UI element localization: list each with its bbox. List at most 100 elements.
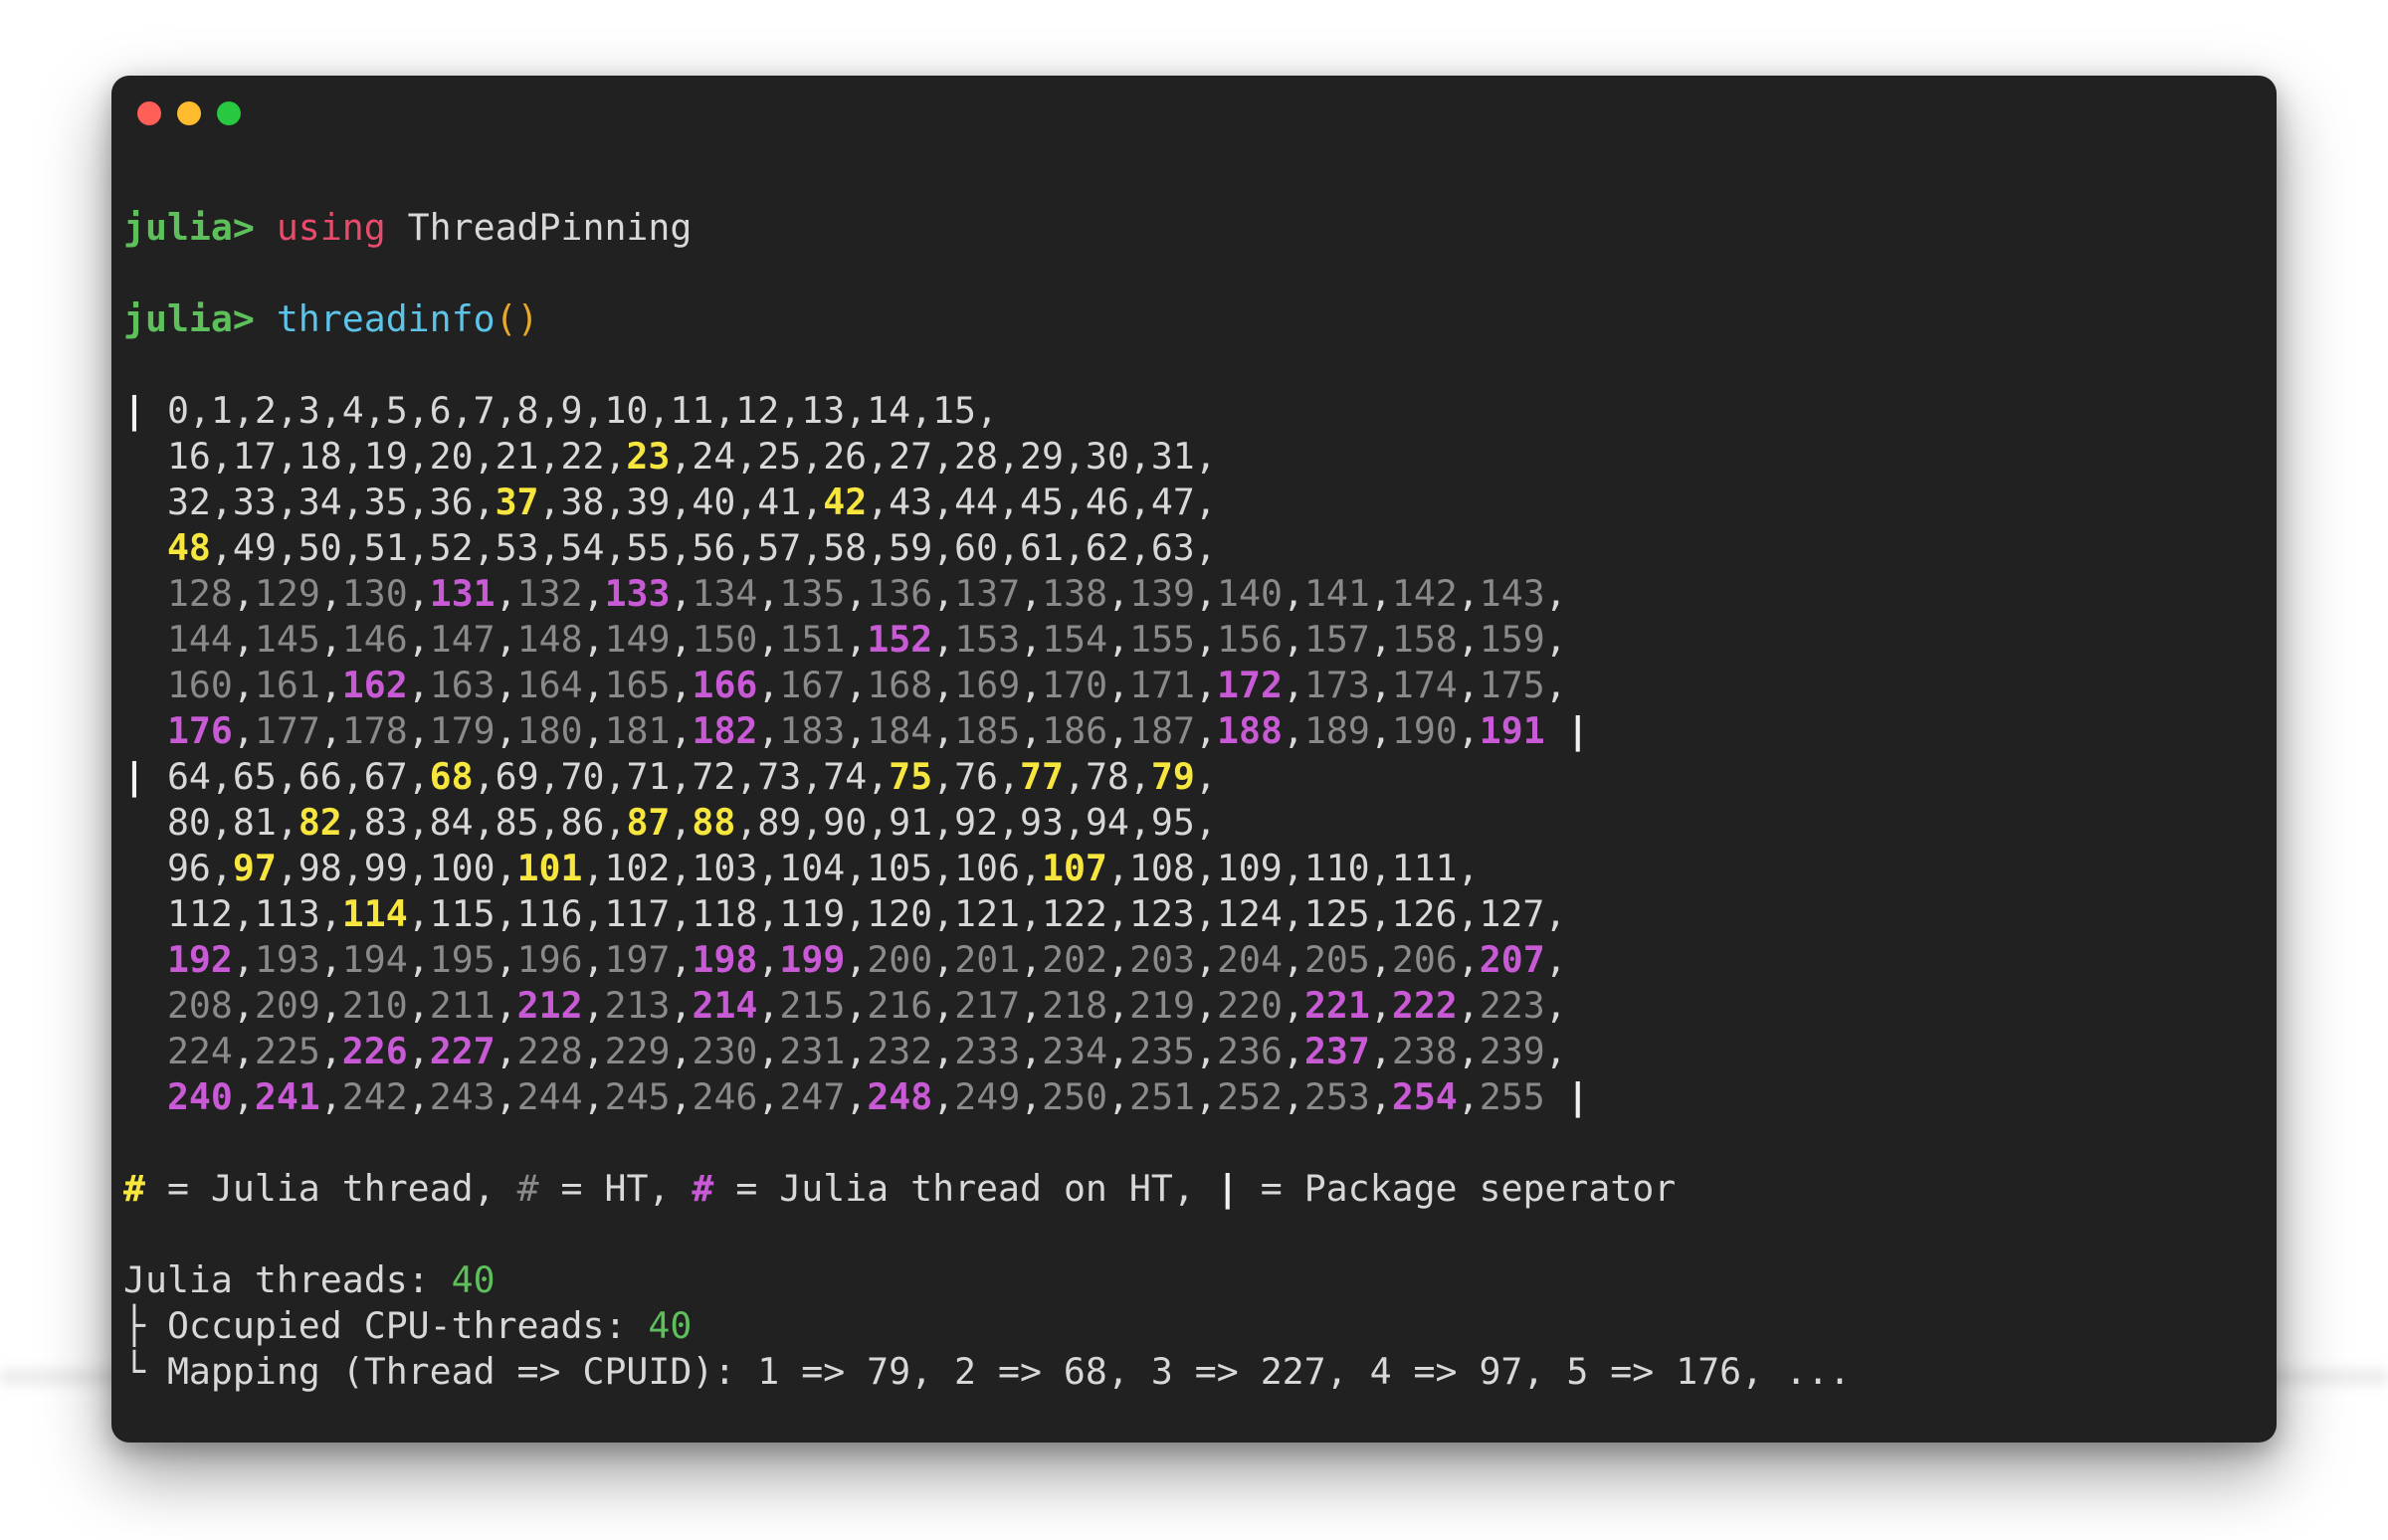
terminal-line: 16,17,18,19,20,21,22,23,24,25,26,27,28,2… bbox=[123, 434, 2263, 480]
text-segment: Julia threads: bbox=[123, 1258, 452, 1301]
text-segment: 142 bbox=[1391, 572, 1458, 615]
text-segment: ,83,84,85,86, bbox=[341, 801, 627, 844]
text-segment: , bbox=[757, 1075, 780, 1118]
text-segment: 37 bbox=[495, 481, 539, 523]
text-segment: | bbox=[123, 755, 145, 798]
text-segment: # bbox=[692, 1167, 714, 1210]
text-segment: , bbox=[232, 709, 255, 752]
text-segment: , bbox=[1020, 938, 1043, 981]
text-segment: 48 bbox=[166, 526, 211, 569]
text-segment: ,49,50,51,52,53,54,55,56,57,58,59,60,61,… bbox=[210, 526, 1217, 569]
text-segment: , bbox=[319, 938, 342, 981]
minimize-button[interactable] bbox=[177, 101, 201, 125]
terminal-line: | 64,65,66,67,68,69,70,71,72,73,74,75,76… bbox=[123, 754, 2263, 800]
text-segment: , bbox=[932, 709, 955, 752]
text-segment: , bbox=[407, 1075, 430, 1118]
text-segment: 175 bbox=[1479, 664, 1545, 706]
text-segment: 251 bbox=[1129, 1075, 1196, 1118]
text-segment: , bbox=[582, 709, 605, 752]
text-segment: , bbox=[1107, 572, 1130, 615]
text-segment: , bbox=[582, 572, 605, 615]
text-segment: , bbox=[232, 572, 255, 615]
text-segment: 160 bbox=[166, 664, 233, 706]
text-segment: , bbox=[845, 1075, 868, 1118]
text-segment: 202 bbox=[1042, 938, 1108, 981]
text-segment: ├ Occupied CPU-threads: bbox=[123, 1304, 649, 1347]
text-segment: 200 bbox=[867, 938, 933, 981]
text-segment: ,24,25,26,27,28,29,30,31, bbox=[670, 435, 1217, 478]
text-segment: 167 bbox=[779, 664, 846, 706]
text-segment: 107 bbox=[1041, 847, 1107, 889]
text-segment: 159 bbox=[1479, 618, 1545, 661]
text-segment: ,69,70,71,72,73,74, bbox=[473, 755, 890, 798]
close-button[interactable] bbox=[137, 101, 161, 125]
terminal-line: 32,33,34,35,36,37,38,39,40,41,42,43,44,4… bbox=[123, 480, 2263, 525]
text-segment: 75 bbox=[889, 755, 933, 798]
text-segment: 185 bbox=[954, 709, 1021, 752]
text-segment: 161 bbox=[254, 664, 320, 706]
text-segment: 255 bbox=[1479, 1075, 1545, 1118]
terminal-output[interactable]: julia> using ThreadPinning julia> threadi… bbox=[123, 205, 2263, 1395]
text-segment: 195 bbox=[429, 938, 496, 981]
text-segment: 181 bbox=[604, 709, 671, 752]
text-segment: , bbox=[1369, 664, 1392, 706]
text-segment: 97 bbox=[232, 847, 277, 889]
text-segment: 143 bbox=[1479, 572, 1545, 615]
text-segment: , bbox=[845, 984, 868, 1027]
text-segment: , bbox=[757, 984, 780, 1027]
text-segment bbox=[123, 1075, 167, 1118]
text-segment bbox=[123, 1030, 167, 1072]
text-segment: 132 bbox=[516, 572, 583, 615]
text-segment: 145 bbox=[254, 618, 320, 661]
text-segment bbox=[123, 572, 167, 615]
text-segment: 203 bbox=[1129, 938, 1196, 981]
terminal-line: julia> threadinfo() bbox=[123, 296, 2263, 342]
text-segment: ,76, bbox=[932, 755, 1021, 798]
text-segment: 169 bbox=[954, 664, 1021, 706]
text-segment: , bbox=[757, 618, 780, 661]
text-segment: 137 bbox=[954, 572, 1021, 615]
text-segment: 172 bbox=[1217, 664, 1283, 706]
terminal-line: 192,193,194,195,196,197,198,199,200,201,… bbox=[123, 937, 2263, 983]
text-segment: └ Mapping (Thread => CPUID): 1 => 79, 2 … bbox=[123, 1350, 1852, 1393]
text-segment: , bbox=[670, 572, 693, 615]
text-segment: , bbox=[1457, 664, 1480, 706]
text-segment: = HT, bbox=[538, 1167, 693, 1210]
text-segment: , bbox=[582, 1075, 605, 1118]
text-segment: 234 bbox=[1042, 1030, 1108, 1072]
text-segment: , bbox=[1457, 572, 1480, 615]
text-segment: , bbox=[932, 664, 955, 706]
text-segment: 23 bbox=[626, 435, 671, 478]
text-segment: , bbox=[319, 664, 342, 706]
text-segment: 192 bbox=[166, 938, 233, 981]
text-segment: , bbox=[1544, 1030, 1567, 1072]
text-segment: 129 bbox=[254, 572, 320, 615]
text-segment: , bbox=[319, 1030, 342, 1072]
text-segment: 225 bbox=[254, 1030, 320, 1072]
text-segment: 112,113, bbox=[123, 892, 342, 935]
text-segment: , bbox=[407, 709, 430, 752]
text-segment: 209 bbox=[254, 984, 320, 1027]
text-segment bbox=[123, 984, 167, 1027]
text-segment: 135 bbox=[779, 572, 846, 615]
text-segment: , bbox=[757, 572, 780, 615]
terminal-line: 80,81,82,83,84,85,86,87,88,89,90,91,92,9… bbox=[123, 800, 2263, 846]
text-segment: , bbox=[845, 709, 868, 752]
text-segment: , bbox=[1194, 755, 1217, 798]
maximize-button[interactable] bbox=[217, 101, 241, 125]
text-segment: , bbox=[1457, 938, 1480, 981]
text-segment: ThreadPinning bbox=[385, 206, 693, 249]
text-segment: 158 bbox=[1391, 618, 1458, 661]
text-segment: 191 bbox=[1479, 709, 1545, 752]
text-segment: () bbox=[495, 297, 539, 340]
text-segment: 187 bbox=[1129, 709, 1196, 752]
text-segment: 201 bbox=[954, 938, 1021, 981]
text-segment: 213 bbox=[604, 984, 671, 1027]
text-segment: 130 bbox=[341, 572, 408, 615]
text-segment: 32,33,34,35,36, bbox=[123, 481, 496, 523]
text-segment: | bbox=[1216, 1167, 1239, 1210]
terminal-line: 48,49,50,51,52,53,54,55,56,57,58,59,60,6… bbox=[123, 525, 2263, 571]
terminal-line: └ Mapping (Thread => CPUID): 1 => 79, 2 … bbox=[123, 1349, 2263, 1395]
text-segment: 140 bbox=[1217, 572, 1283, 615]
